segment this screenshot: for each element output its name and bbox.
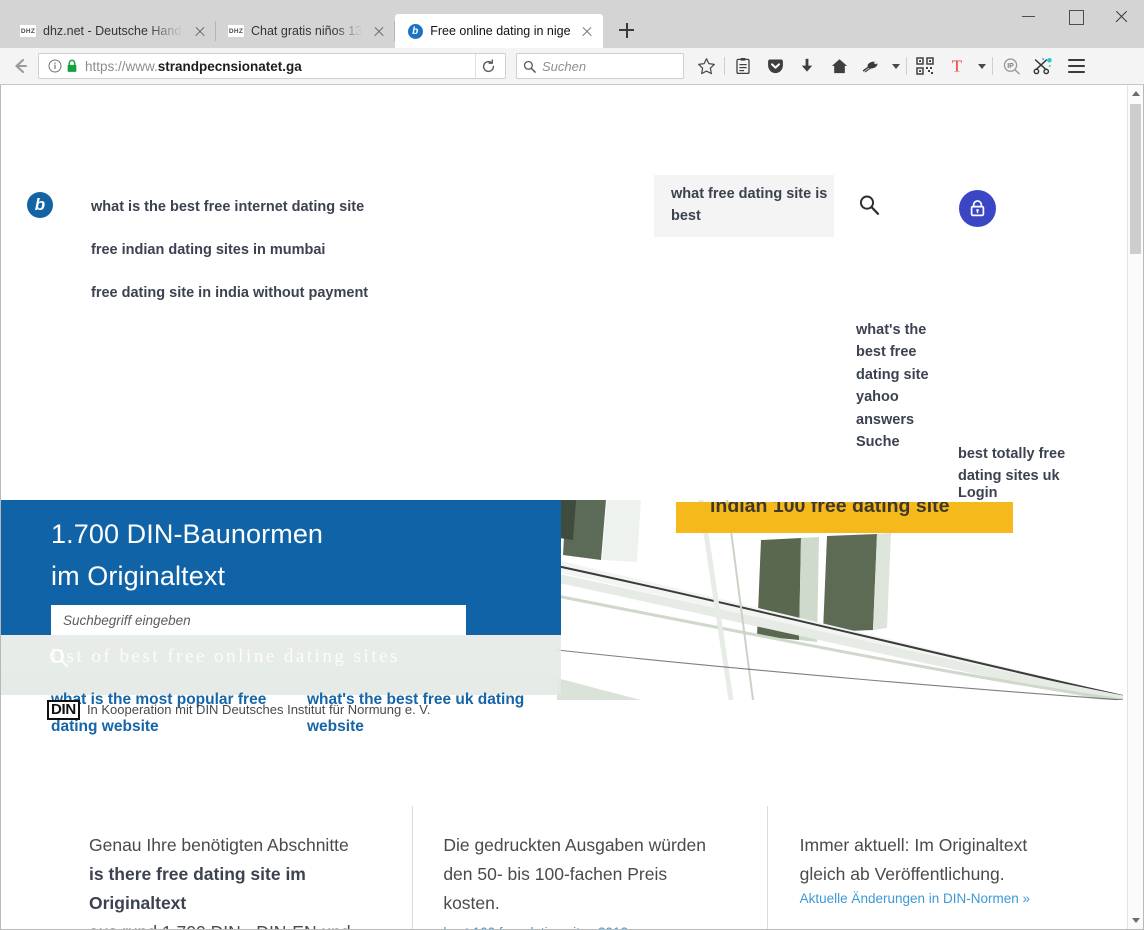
search-icon (523, 60, 536, 73)
hamburger-menu-icon[interactable] (1059, 51, 1093, 81)
new-tab-button[interactable] (611, 15, 641, 45)
padlock-icon (66, 59, 78, 73)
column-3-text: Immer aktuell: Im Originaltext gleich ab… (799, 835, 1028, 884)
keyword-link-4[interactable]: what's the best free dating site yahoo a… (856, 319, 951, 454)
keyword-link-3[interactable]: free dating site in india without paymen… (91, 282, 368, 304)
window-controls (1006, 0, 1144, 48)
browser-window: DHZ dhz.net - Deutsche Handwe DHZ Chat g… (0, 0, 1144, 930)
tab-title: Chat gratis niños 13 (251, 24, 363, 38)
column-1-text: Genau Ihre benötigten Abschnitte is ther… (89, 835, 351, 929)
padlock-icon (969, 199, 986, 218)
nav-menu-item-label: what free dating site is best (671, 186, 828, 224)
url-bar[interactable]: https://www.strandpecnsionatet.ga (38, 53, 506, 79)
blue-b-favicon: b (407, 23, 423, 39)
minimize-icon[interactable] (1006, 0, 1052, 30)
tab-close-icon[interactable] (190, 21, 210, 41)
hero-banner: 1.700 DIN-Baunormen im Originaltext Such… (1, 500, 1123, 700)
pocket-icon[interactable] (759, 51, 791, 81)
web-page-content: b what is the best free internet dating … (1, 85, 1127, 929)
chevron-down-icon[interactable] (973, 51, 990, 81)
feature-column-3: Immer aktuell: Im Originaltext gleich ab… (766, 806, 1123, 929)
page-viewport: b what is the best free internet dating … (0, 85, 1144, 930)
dhz-favicon: DHZ (20, 23, 36, 39)
home-icon[interactable] (823, 51, 855, 81)
hero-overlay-keyword[interactable]: list of best free online dating sites (51, 646, 400, 668)
column-2-text: Die gedruckten Ausgaben würden den 50- b… (443, 835, 707, 913)
keyword-link-2[interactable]: free indian dating sites in mumbai (91, 239, 325, 261)
toolbar-divider (992, 57, 993, 75)
red-t-icon[interactable]: T (941, 51, 973, 81)
navigation-toolbar: https://www.strandpecnsionatet.ga Suchen (0, 48, 1144, 85)
title-bar: DHZ dhz.net - Deutsche Handwe DHZ Chat g… (0, 0, 1144, 48)
browser-tab-1[interactable]: DHZ dhz.net - Deutsche Handwe (8, 14, 216, 48)
star-bookmark-icon[interactable] (690, 51, 722, 81)
feature-columns: Genau Ihre benötigten Abschnitte is ther… (1, 806, 1123, 929)
chevron-up-icon[interactable] (1128, 85, 1143, 102)
search-icon[interactable] (857, 193, 881, 217)
column-3-link[interactable]: Aktuelle Änderungen in DIN-Normen » (800, 891, 1095, 906)
info-icon[interactable] (47, 58, 63, 74)
keyword-link-5[interactable]: best totally free dating sites uk (958, 443, 1088, 488)
site-logo[interactable]: b (27, 192, 53, 218)
feature-column-1: Genau Ihre benötigten Abschnitte is ther… (1, 806, 412, 929)
browser-search-box[interactable]: Suchen (516, 53, 684, 79)
scrollbar-track[interactable] (1128, 102, 1143, 912)
chevron-down-icon[interactable] (887, 51, 904, 81)
url-text: https://www.strandpecnsionatet.ga (85, 58, 302, 74)
feature-column-2: Die gedruckten Ausgaben würden den 50- b… (412, 806, 766, 929)
hero-search-placeholder: Suchbegriff eingeben (63, 612, 191, 628)
dhz-favicon: DHZ (228, 23, 244, 39)
search-placeholder: Suchen (542, 58, 587, 74)
toolbar-divider (906, 57, 907, 75)
maximize-icon[interactable] (1052, 0, 1098, 30)
nav-menu-item-box[interactable]: what free dating site is best (654, 175, 834, 237)
din-logo: DIN (47, 700, 80, 720)
keyword-link-1[interactable]: what is the best free internet dating si… (91, 196, 364, 218)
din-cooperation-text: In Kooperation mit DIN Deutsches Institu… (86, 702, 431, 718)
scissors-confetti-icon[interactable] (1027, 51, 1059, 81)
yellow-banner-label: indian 100 free dating site (710, 502, 950, 517)
login-lock-button[interactable] (959, 190, 996, 227)
toolbar-divider (724, 57, 725, 75)
qr-code-icon[interactable] (909, 51, 941, 81)
svg-text:T: T (952, 57, 963, 75)
login-label[interactable]: Login (958, 485, 997, 501)
yellow-keyword-banner[interactable]: indian 100 free dating site (676, 502, 1013, 533)
tab-close-icon[interactable] (369, 21, 389, 41)
toolbar-icons: T IP (690, 51, 1093, 81)
tab-title: dhz.net - Deutsche Handwe (43, 24, 183, 38)
extension-dark-icon[interactable] (855, 51, 887, 81)
hero-search-input[interactable]: Suchbegriff eingeben (51, 605, 466, 635)
column-2-link[interactable]: best 100 free dating sites 2013 (443, 925, 738, 929)
svg-text:IP: IP (1007, 63, 1014, 70)
tab-strip: DHZ dhz.net - Deutsche Handwe DHZ Chat g… (0, 0, 1006, 48)
tab-close-icon[interactable] (577, 21, 597, 41)
vertical-scrollbar[interactable] (1127, 85, 1143, 929)
close-icon[interactable] (1098, 0, 1144, 30)
browser-tab-3-active[interactable]: b Free online dating in nigeria (395, 14, 604, 48)
ip-lookup-icon[interactable]: IP (995, 51, 1027, 81)
library-icon[interactable] (727, 51, 759, 81)
reload-icon[interactable] (475, 54, 501, 78)
browser-tab-2[interactable]: DHZ Chat gratis niños 13 (216, 14, 396, 48)
din-cooperation-row: DIN In Kooperation mit DIN Deutsches Ins… (47, 700, 430, 720)
scrollbar-thumb[interactable] (1130, 104, 1141, 254)
hero-heading: 1.700 DIN-Baunormen im Originaltext (51, 519, 324, 592)
chevron-down-icon[interactable] (1128, 912, 1143, 929)
back-button[interactable] (6, 51, 36, 81)
tab-title: Free online dating in nigeria (430, 24, 571, 38)
download-arrow-icon[interactable] (791, 51, 823, 81)
